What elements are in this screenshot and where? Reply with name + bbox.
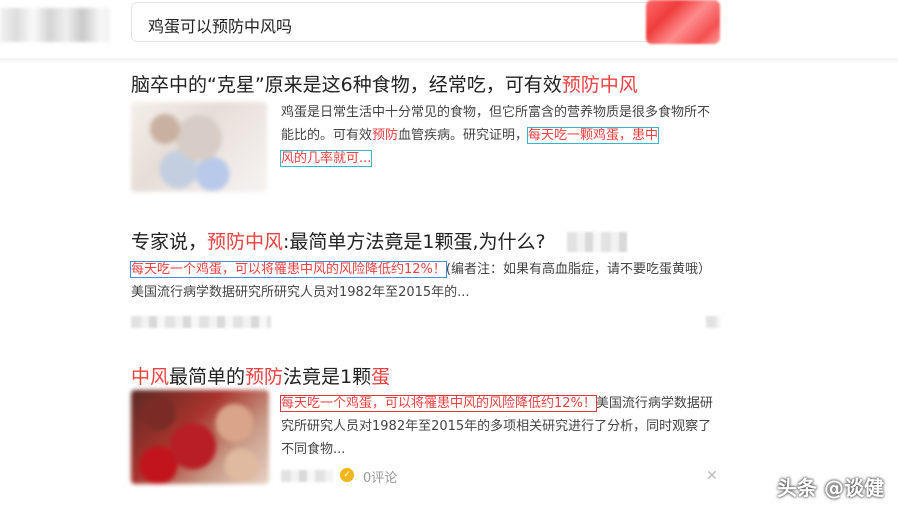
result-2-snippet-marked: 每天吃一个鸡蛋，可以将罹患中风的风险降低约12%！ — [130, 261, 447, 278]
result-1-snippet: 鸡蛋是日常生活中十分常见的食物，但它所富含的营养物质是很多食物所不能比的。可有效… — [279, 101, 721, 170]
result-3-thumbnail[interactable] — [131, 390, 269, 484]
watermark: 头条 @谈健 — [777, 476, 884, 500]
result-3-comments[interactable]: 0评论 — [363, 467, 397, 486]
result-2-more[interactable] — [706, 316, 720, 328]
result-1-title-text: 脑卒中的“克星”原来是这6种食物，经常吃，可有效 — [131, 74, 562, 96]
search-button[interactable] — [646, 0, 720, 44]
result-1-title-highlight: 预防中风 — [561, 74, 638, 96]
result-1-thumbnail[interactable] — [131, 102, 267, 192]
result-3-author[interactable] — [281, 470, 333, 482]
result-3-snippet: 每天吃一个鸡蛋，可以将罹患中风的风险降低约12%！美国流行病学数据研究所研究人员… — [280, 392, 721, 461]
result-3-title[interactable]: 中风最简单的预防法竟是1颗蛋 — [131, 362, 390, 389]
top-bar-divider — [0, 58, 898, 64]
verified-icon: ✓ — [340, 468, 354, 482]
result-2-meta — [131, 316, 271, 328]
result-2-snippet: 每天吃一个鸡蛋，可以将罹患中风的风险降低约12%！(编者注：如果有高血脂症，请不… — [130, 258, 721, 304]
result-3-snippet-marked: 每天吃一个鸡蛋，可以将罹患中风的风险降低约12%！ — [280, 395, 597, 412]
search-input[interactable]: 鸡蛋可以预防中风吗 — [131, 2, 719, 42]
result-2-title-text-b: :最简单方法竟是1颗蛋,为什么? — [283, 231, 546, 253]
result-2-title-highlight: 预防中风 — [207, 231, 284, 253]
result-1-snippet-text-b: 血管疾病。研究证明， — [398, 128, 529, 143]
result-3-title-text-a: 最简单的 — [169, 366, 246, 388]
result-1-title[interactable]: 脑卒中的“克星”原来是这6种食物，经常吃，可有效预防中风 — [131, 70, 638, 97]
top-bar: 鸡蛋可以预防中风吗 — [0, 0, 898, 62]
result-2-title-blur — [567, 232, 627, 252]
result-3-title-highlight-3: 蛋 — [371, 366, 391, 388]
result-3-title-highlight-2: 预防 — [245, 366, 284, 388]
result-3-title-text-b: 法竟是1颗 — [283, 366, 372, 388]
search-query-text: 鸡蛋可以预防中风吗 — [148, 17, 293, 36]
result-1-snippet-highlight: 预防 — [372, 128, 399, 143]
result-2-title-text-a: 专家说， — [131, 231, 208, 253]
more-icon[interactable]: ✕ — [706, 468, 718, 484]
site-logo[interactable] — [0, 8, 110, 42]
result-1-snippet-marked-2: 风的几率就可... — [279, 150, 373, 167]
result-1-snippet-marked-1: 每天吃一颗鸡蛋，患中 — [527, 127, 660, 144]
result-2-title[interactable]: 专家说，预防中风:最简单方法竟是1颗蛋,为什么? — [131, 227, 546, 254]
result-3-title-highlight-1: 中风 — [131, 366, 170, 388]
